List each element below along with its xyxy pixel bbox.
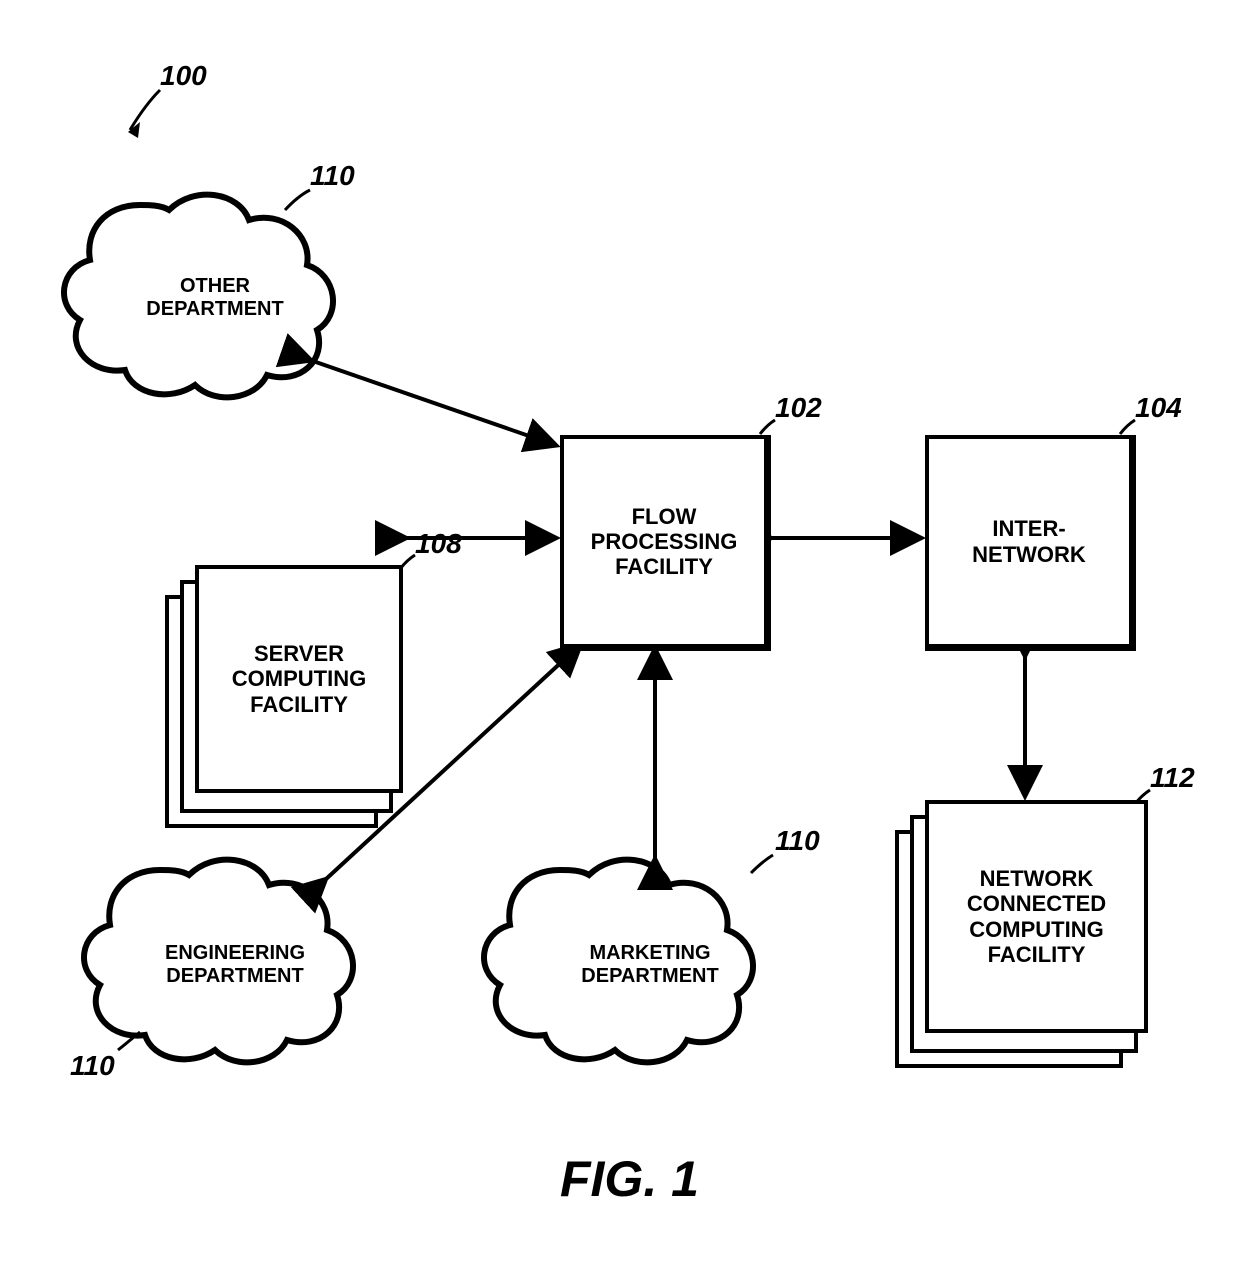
box-network-connected-facility: NETWORKCONNECTEDCOMPUTINGFACILITY: [925, 800, 1148, 1033]
box-inter-label: INTER-NETWORK: [972, 516, 1086, 567]
figure-caption: FIG. 1: [560, 1150, 699, 1208]
ref-112: 112: [1150, 762, 1195, 794]
ref-110-eng: 110: [70, 1050, 115, 1082]
ref-102: 102: [775, 392, 822, 424]
ref-110-other: 110: [310, 160, 355, 192]
cloud-other-label: OTHERDEPARTMENT: [110, 275, 320, 321]
box-netconn-label: NETWORKCONNECTEDCOMPUTINGFACILITY: [967, 866, 1106, 967]
box-inter-network: INTER-NETWORK: [925, 435, 1136, 651]
diagram-stage: FLOWPROCESSINGFACILITY INTER-NETWORK SER…: [0, 0, 1240, 1263]
arrow-other-flow: [310, 360, 555, 445]
box-flow-label: FLOWPROCESSINGFACILITY: [591, 504, 738, 580]
box-flow-processing-facility: FLOWPROCESSINGFACILITY: [560, 435, 771, 651]
lead-110-mkt: [751, 855, 773, 873]
ref-110-mkt: 110: [775, 825, 820, 857]
lead-100: [130, 90, 160, 130]
ref-108: 108: [415, 528, 462, 560]
lead-102: [760, 420, 775, 434]
ref-104b: 104: [1135, 392, 1182, 424]
cloud-mkt-label: MARKETINGDEPARTMENT: [535, 942, 765, 988]
cloud-eng-label: ENGINEERINGDEPARTMENT: [115, 942, 355, 988]
box-server-label: SERVERCOMPUTINGFACILITY: [232, 641, 366, 717]
ref-100: 100: [160, 60, 207, 92]
lead-104: [1120, 420, 1135, 434]
box-server-computing-facility: SERVERCOMPUTINGFACILITY: [195, 565, 403, 793]
lead-110-other: [285, 190, 310, 210]
